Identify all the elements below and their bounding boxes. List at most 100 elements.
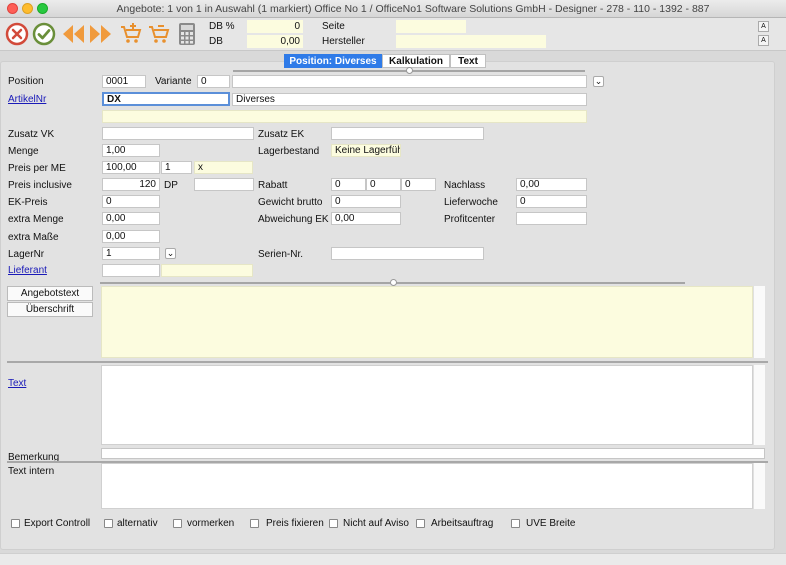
ok-button[interactable]	[31, 21, 57, 47]
lieferant-name-field	[161, 264, 253, 277]
cart-remove-button[interactable]	[146, 21, 172, 47]
splitter-middle-handle[interactable]	[390, 279, 397, 286]
rabatt-1-field[interactable]: 0	[331, 178, 366, 191]
separator-1	[7, 361, 768, 363]
preis-me-label: Preis per ME	[8, 163, 66, 174]
zusatz-vk-field[interactable]	[102, 127, 254, 140]
font-increase-icon[interactable]: A	[758, 21, 769, 32]
text-scrollbar[interactable]	[753, 365, 765, 445]
seite-value[interactable]	[396, 20, 466, 33]
artikel-description-field[interactable]: Diverses	[232, 93, 587, 106]
extra-masse-field[interactable]: 0,00	[102, 230, 160, 243]
prev-icon	[63, 25, 84, 43]
db-pct-label: DB %	[209, 21, 235, 32]
vormerken-checkbox[interactable]	[173, 519, 182, 528]
preis-me-unit-field[interactable]: x	[194, 161, 253, 174]
cancel-button[interactable]	[4, 21, 30, 47]
abweichung-ek-field[interactable]: 0,00	[331, 212, 401, 225]
font-decrease-icon[interactable]: A	[758, 35, 769, 46]
variante-dropdown-icon[interactable]: ⌄	[593, 76, 604, 87]
uve-breite-label: UVE Breite	[526, 518, 576, 529]
db-pct-value[interactable]: 0	[247, 20, 303, 33]
preis-incl-label: Preis inclusive	[8, 180, 72, 191]
extra-masse-label: extra Maße	[8, 232, 59, 243]
text-link[interactable]: Text	[8, 378, 26, 390]
splitter-top-handle[interactable]	[406, 67, 413, 74]
artikelnr-link[interactable]: ArtikelNr	[8, 94, 46, 106]
db-label: DB	[209, 36, 223, 47]
tab-kalkulation[interactable]: Kalkulation	[382, 54, 450, 68]
lagernr-label: LagerNr	[8, 249, 45, 260]
angebotstext-scrollbar[interactable]	[753, 286, 765, 358]
gewicht-field[interactable]: 0	[331, 195, 401, 208]
hersteller-value[interactable]	[396, 35, 546, 48]
prev-button[interactable]	[60, 21, 86, 47]
lieferant-field[interactable]	[102, 264, 160, 277]
extra-menge-label: extra Menge	[8, 214, 64, 225]
alternativ-label: alternativ	[117, 518, 158, 529]
text-intern-area[interactable]	[101, 463, 753, 509]
text-intern-label: Text intern	[8, 466, 55, 477]
variante-text-field[interactable]	[232, 75, 587, 88]
angebotstext-button[interactable]: Angebotstext	[7, 286, 93, 301]
extra-menge-field[interactable]: 0,00	[102, 212, 160, 225]
arbeitsauftrag-checkbox[interactable]	[416, 519, 425, 528]
ek-preis-label: EK-Preis	[8, 197, 48, 208]
menge-field[interactable]: 1,00	[102, 144, 160, 157]
lieferant-link[interactable]: Lieferant	[8, 265, 47, 277]
preis-fixieren-label: Preis fixieren	[266, 518, 324, 529]
cart-remove-icon	[149, 25, 170, 43]
lagerbestand-label: Lagerbestand	[258, 146, 320, 157]
text-area[interactable]	[101, 365, 753, 445]
db-value[interactable]: 0,00	[247, 35, 303, 48]
zusatz-ek-field[interactable]	[331, 127, 484, 140]
export-controll-checkbox[interactable]	[11, 519, 20, 528]
nachlass-field[interactable]: 0,00	[516, 178, 587, 191]
artikelnr-field[interactable]: DX	[102, 92, 230, 106]
rabatt-3-field[interactable]: 0	[401, 178, 436, 191]
cancel-icon	[5, 22, 29, 46]
title-bar: Angebote: 1 von 1 in Auswahl (1 markiert…	[0, 0, 786, 18]
menge-label: Menge	[8, 146, 39, 157]
position-field[interactable]: 0001	[102, 75, 146, 88]
seriennr-field[interactable]	[331, 247, 484, 260]
lagerbestand-field: Keine Lagerführ	[331, 144, 401, 157]
text-intern-scrollbar[interactable]	[753, 463, 765, 509]
bemerkung-field[interactable]	[101, 448, 765, 459]
status-bar	[0, 553, 786, 565]
rabatt-label: Rabatt	[258, 180, 288, 191]
lieferwoche-label: Lieferwoche	[444, 197, 498, 208]
preis-fixieren-checkbox[interactable]	[250, 519, 259, 528]
variante-label: Variante	[155, 76, 192, 87]
ueberschrift-button[interactable]: Überschrift	[7, 302, 93, 317]
variante-field[interactable]: 0	[197, 75, 230, 88]
tab-position[interactable]: Position: Diverses	[284, 54, 382, 68]
dp-field[interactable]	[194, 178, 254, 191]
alternativ-checkbox[interactable]	[104, 519, 113, 528]
preis-me-field[interactable]: 100,00	[102, 161, 160, 174]
rabatt-2-field[interactable]: 0	[366, 178, 401, 191]
artikel-description2-field[interactable]	[102, 110, 587, 123]
next-button[interactable]	[88, 21, 114, 47]
preis-incl-field[interactable]: 120	[102, 178, 160, 191]
calculator-button[interactable]	[174, 21, 200, 47]
lagernr-dropdown-icon[interactable]: ⌄	[165, 248, 176, 259]
window-title: Angebote: 1 von 1 in Auswahl (1 markiert…	[116, 3, 710, 15]
zusatz-vk-label: Zusatz VK	[8, 129, 55, 140]
zusatz-ek-label: Zusatz EK	[258, 129, 305, 140]
ek-preis-field[interactable]: 0	[102, 195, 160, 208]
calculator-icon	[179, 23, 195, 45]
angebotstext-area[interactable]	[101, 286, 753, 358]
profitcenter-label: Profitcenter	[444, 214, 496, 225]
vormerken-label: vormerken	[187, 518, 235, 529]
preis-me-qty-field[interactable]: 1	[161, 161, 192, 174]
tab-text[interactable]: Text	[450, 54, 486, 68]
nicht-auf-aviso-checkbox[interactable]	[329, 519, 338, 528]
hersteller-label: Hersteller	[322, 36, 365, 47]
lieferwoche-field[interactable]: 0	[516, 195, 587, 208]
cart-add-button[interactable]	[118, 21, 144, 47]
cart-add-icon	[121, 23, 142, 43]
lagernr-field[interactable]: 1	[102, 247, 160, 260]
profitcenter-field[interactable]	[516, 212, 587, 225]
uve-breite-checkbox[interactable]	[511, 519, 520, 528]
